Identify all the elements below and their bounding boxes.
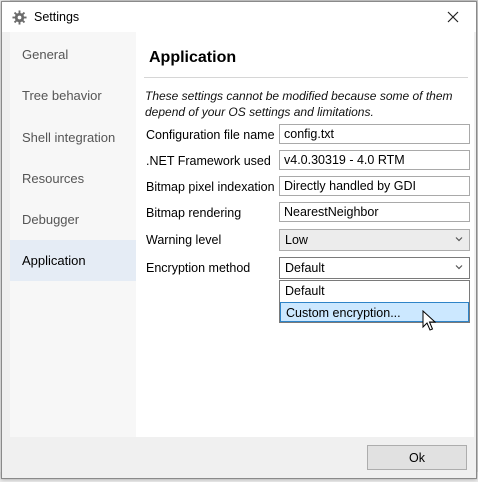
- warning-level-value: Low: [285, 233, 308, 247]
- pixel-indexation-label: Bitmap pixel indexation: [146, 180, 275, 194]
- read-only-notice: These settings cannot be modified becaus…: [145, 89, 453, 119]
- encryption-method-dropdown: Default Custom encryption...: [279, 280, 470, 323]
- sidebar-item-shell-integration[interactable]: Shell integration: [10, 117, 136, 158]
- dotnet-framework-field[interactable]: v4.0.30319 - 4.0 RTM: [279, 150, 470, 170]
- sidebar-item-debugger[interactable]: Debugger: [10, 199, 136, 240]
- application-panel: Application These settings cannot be mod…: [136, 32, 474, 437]
- pixel-indexation-field[interactable]: Directly handled by GDI: [279, 176, 470, 196]
- close-button[interactable]: [430, 2, 476, 32]
- sidebar-item-label: Shell integration: [22, 130, 116, 145]
- encryption-option-default[interactable]: Default: [280, 281, 469, 301]
- warning-level-label: Warning level: [146, 233, 222, 247]
- page-title: Application: [149, 49, 237, 66]
- encryption-method-value: Default: [285, 261, 325, 275]
- encryption-option-custom[interactable]: Custom encryption...: [280, 302, 469, 322]
- close-icon: [447, 11, 459, 23]
- sidebar-item-label: General: [22, 47, 69, 62]
- settings-sidebar: General Tree behavior Shell integration …: [10, 32, 145, 437]
- gear-icon: [12, 10, 27, 25]
- sidebar-item-label: Application: [22, 253, 86, 268]
- config-file-field[interactable]: config.txt: [279, 124, 470, 144]
- sidebar-item-application[interactable]: Application: [10, 240, 136, 281]
- sidebar-item-label: Resources: [22, 171, 85, 186]
- dotnet-framework-label: .NET Framework used: [146, 154, 271, 168]
- sidebar-item-general[interactable]: General: [10, 34, 136, 75]
- encryption-method-select[interactable]: Default: [279, 257, 470, 279]
- title-bar[interactable]: Settings: [2, 2, 476, 32]
- bitmap-rendering-label: Bitmap rendering: [146, 206, 242, 220]
- encryption-method-label: Encryption method: [146, 261, 251, 275]
- bitmap-rendering-field[interactable]: NearestNeighbor: [279, 202, 470, 222]
- window-title: Settings: [34, 10, 80, 24]
- warning-level-select[interactable]: Low: [279, 229, 470, 251]
- sidebar-item-tree-behavior[interactable]: Tree behavior: [10, 75, 136, 116]
- sidebar-item-label: Debugger: [22, 212, 80, 227]
- sidebar-item-label: Tree behavior: [22, 88, 102, 103]
- config-file-label: Configuration file name: [146, 128, 275, 142]
- settings-dialog: Settings General Tree behavior Shell int…: [1, 1, 477, 479]
- chevron-down-icon: [455, 237, 463, 242]
- dialog-footer: Ok: [2, 437, 476, 478]
- chevron-down-icon: [455, 265, 463, 270]
- divider: [144, 77, 468, 78]
- sidebar-item-resources[interactable]: Resources: [10, 158, 136, 199]
- ok-button[interactable]: Ok: [367, 445, 467, 470]
